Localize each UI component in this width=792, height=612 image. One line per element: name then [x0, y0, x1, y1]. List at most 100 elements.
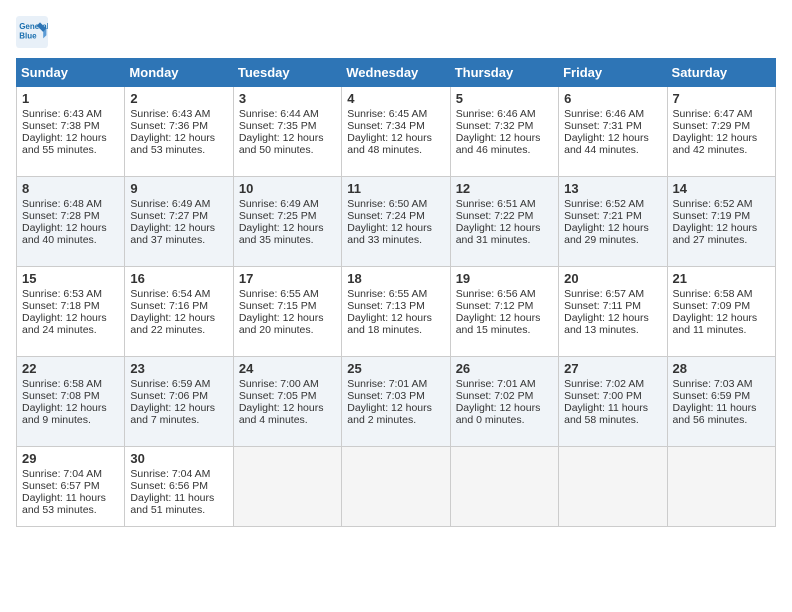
sunset: Sunset: 7:28 PM [22, 210, 100, 222]
sunrise: Sunrise: 6:43 AM [130, 108, 210, 120]
calendar-cell: 22Sunrise: 6:58 AMSunset: 7:08 PMDayligh… [17, 357, 125, 447]
day-number: 4 [347, 91, 444, 106]
daylight: Daylight: 12 hours and 27 minutes. [673, 222, 758, 246]
day-number: 6 [564, 91, 661, 106]
sunrise: Sunrise: 6:43 AM [22, 108, 102, 120]
day-number: 16 [130, 271, 227, 286]
sunrise: Sunrise: 7:01 AM [456, 378, 536, 390]
sunset: Sunset: 7:18 PM [22, 300, 100, 312]
daylight: Daylight: 12 hours and 18 minutes. [347, 312, 432, 336]
header-sunday: Sunday [17, 59, 125, 87]
day-number: 2 [130, 91, 227, 106]
sunrise: Sunrise: 6:53 AM [22, 288, 102, 300]
page-header: General Blue [16, 16, 776, 48]
day-number: 13 [564, 181, 661, 196]
sunset: Sunset: 7:27 PM [130, 210, 208, 222]
sunset: Sunset: 7:12 PM [456, 300, 534, 312]
day-number: 17 [239, 271, 336, 286]
sunset: Sunset: 7:11 PM [564, 300, 641, 312]
calendar-cell [233, 447, 341, 527]
daylight: Daylight: 12 hours and 22 minutes. [130, 312, 215, 336]
calendar-cell: 26Sunrise: 7:01 AMSunset: 7:02 PMDayligh… [450, 357, 558, 447]
day-number: 22 [22, 361, 119, 376]
calendar-cell: 3Sunrise: 6:44 AMSunset: 7:35 PMDaylight… [233, 87, 341, 177]
day-number: 1 [22, 91, 119, 106]
calendar-cell: 12Sunrise: 6:51 AMSunset: 7:22 PMDayligh… [450, 177, 558, 267]
sunset: Sunset: 7:31 PM [564, 120, 642, 132]
calendar-cell: 25Sunrise: 7:01 AMSunset: 7:03 PMDayligh… [342, 357, 450, 447]
daylight: Daylight: 12 hours and 40 minutes. [22, 222, 107, 246]
calendar-cell: 16Sunrise: 6:54 AMSunset: 7:16 PMDayligh… [125, 267, 233, 357]
calendar-cell [450, 447, 558, 527]
day-number: 8 [22, 181, 119, 196]
sunrise: Sunrise: 6:58 AM [673, 288, 753, 300]
daylight: Daylight: 12 hours and 2 minutes. [347, 402, 432, 426]
calendar-cell [559, 447, 667, 527]
header-monday: Monday [125, 59, 233, 87]
day-number: 25 [347, 361, 444, 376]
calendar-cell: 23Sunrise: 6:59 AMSunset: 7:06 PMDayligh… [125, 357, 233, 447]
calendar-cell: 20Sunrise: 6:57 AMSunset: 7:11 PMDayligh… [559, 267, 667, 357]
header-friday: Friday [559, 59, 667, 87]
daylight: Daylight: 12 hours and 44 minutes. [564, 132, 649, 156]
calendar-cell: 17Sunrise: 6:55 AMSunset: 7:15 PMDayligh… [233, 267, 341, 357]
daylight: Daylight: 12 hours and 9 minutes. [22, 402, 107, 426]
daylight: Daylight: 12 hours and 42 minutes. [673, 132, 758, 156]
calendar-cell: 10Sunrise: 6:49 AMSunset: 7:25 PMDayligh… [233, 177, 341, 267]
daylight: Daylight: 12 hours and 7 minutes. [130, 402, 215, 426]
day-number: 3 [239, 91, 336, 106]
daylight: Daylight: 11 hours and 53 minutes. [22, 492, 106, 516]
daylight: Daylight: 12 hours and 35 minutes. [239, 222, 324, 246]
calendar-cell: 14Sunrise: 6:52 AMSunset: 7:19 PMDayligh… [667, 177, 775, 267]
sunset: Sunset: 7:24 PM [347, 210, 425, 222]
sunrise: Sunrise: 6:57 AM [564, 288, 644, 300]
calendar-cell: 9Sunrise: 6:49 AMSunset: 7:27 PMDaylight… [125, 177, 233, 267]
sunrise: Sunrise: 7:04 AM [22, 468, 102, 480]
header-thursday: Thursday [450, 59, 558, 87]
day-number: 27 [564, 361, 661, 376]
day-number: 21 [673, 271, 770, 286]
sunset: Sunset: 6:57 PM [22, 480, 100, 492]
sunset: Sunset: 7:13 PM [347, 300, 425, 312]
svg-text:Blue: Blue [19, 31, 37, 40]
sunset: Sunset: 7:16 PM [130, 300, 208, 312]
calendar-cell: 24Sunrise: 7:00 AMSunset: 7:05 PMDayligh… [233, 357, 341, 447]
daylight: Daylight: 12 hours and 20 minutes. [239, 312, 324, 336]
day-number: 29 [22, 451, 119, 466]
daylight: Daylight: 12 hours and 55 minutes. [22, 132, 107, 156]
daylight: Daylight: 12 hours and 24 minutes. [22, 312, 107, 336]
sunset: Sunset: 7:34 PM [347, 120, 425, 132]
sunset: Sunset: 7:05 PM [239, 390, 317, 402]
calendar-cell: 30Sunrise: 7:04 AMSunset: 6:56 PMDayligh… [125, 447, 233, 527]
daylight: Daylight: 12 hours and 15 minutes. [456, 312, 541, 336]
sunrise: Sunrise: 6:46 AM [564, 108, 644, 120]
sunrise: Sunrise: 6:44 AM [239, 108, 319, 120]
day-number: 24 [239, 361, 336, 376]
sunset: Sunset: 7:15 PM [239, 300, 317, 312]
day-number: 9 [130, 181, 227, 196]
sunrise: Sunrise: 6:55 AM [347, 288, 427, 300]
calendar-cell: 18Sunrise: 6:55 AMSunset: 7:13 PMDayligh… [342, 267, 450, 357]
daylight: Daylight: 12 hours and 29 minutes. [564, 222, 649, 246]
daylight: Daylight: 12 hours and 50 minutes. [239, 132, 324, 156]
calendar-cell: 6 Sunrise: 6:46 AMSunset: 7:31 PMDaylight… [559, 87, 667, 177]
sunset: Sunset: 7:22 PM [456, 210, 534, 222]
calendar-cell: 27Sunrise: 7:02 AMSunset: 7:00 PMDayligh… [559, 357, 667, 447]
day-number: 26 [456, 361, 553, 376]
sunrise: Sunrise: 6:49 AM [239, 198, 319, 210]
daylight: Daylight: 12 hours and 48 minutes. [347, 132, 432, 156]
day-number: 10 [239, 181, 336, 196]
calendar-cell: 1 Sunrise: 6:43 AMSunset: 7:38 PMDaylight… [17, 87, 125, 177]
sunrise: Sunrise: 6:50 AM [347, 198, 427, 210]
daylight: Daylight: 12 hours and 0 minutes. [456, 402, 541, 426]
day-number: 11 [347, 181, 444, 196]
sunset: Sunset: 7:21 PM [564, 210, 642, 222]
sunset: Sunset: 7:29 PM [673, 120, 751, 132]
sunset: Sunset: 7:36 PM [130, 120, 208, 132]
calendar-cell: 29 Sunrise: 7:04 AMSunset: 6:57 PMDayligh… [17, 447, 125, 527]
logo-icon: General Blue [16, 16, 48, 48]
sunset: Sunset: 7:38 PM [22, 120, 100, 132]
sunrise: Sunrise: 7:03 AM [673, 378, 753, 390]
sunset: Sunset: 7:08 PM [22, 390, 100, 402]
sunrise: Sunrise: 6:52 AM [673, 198, 753, 210]
